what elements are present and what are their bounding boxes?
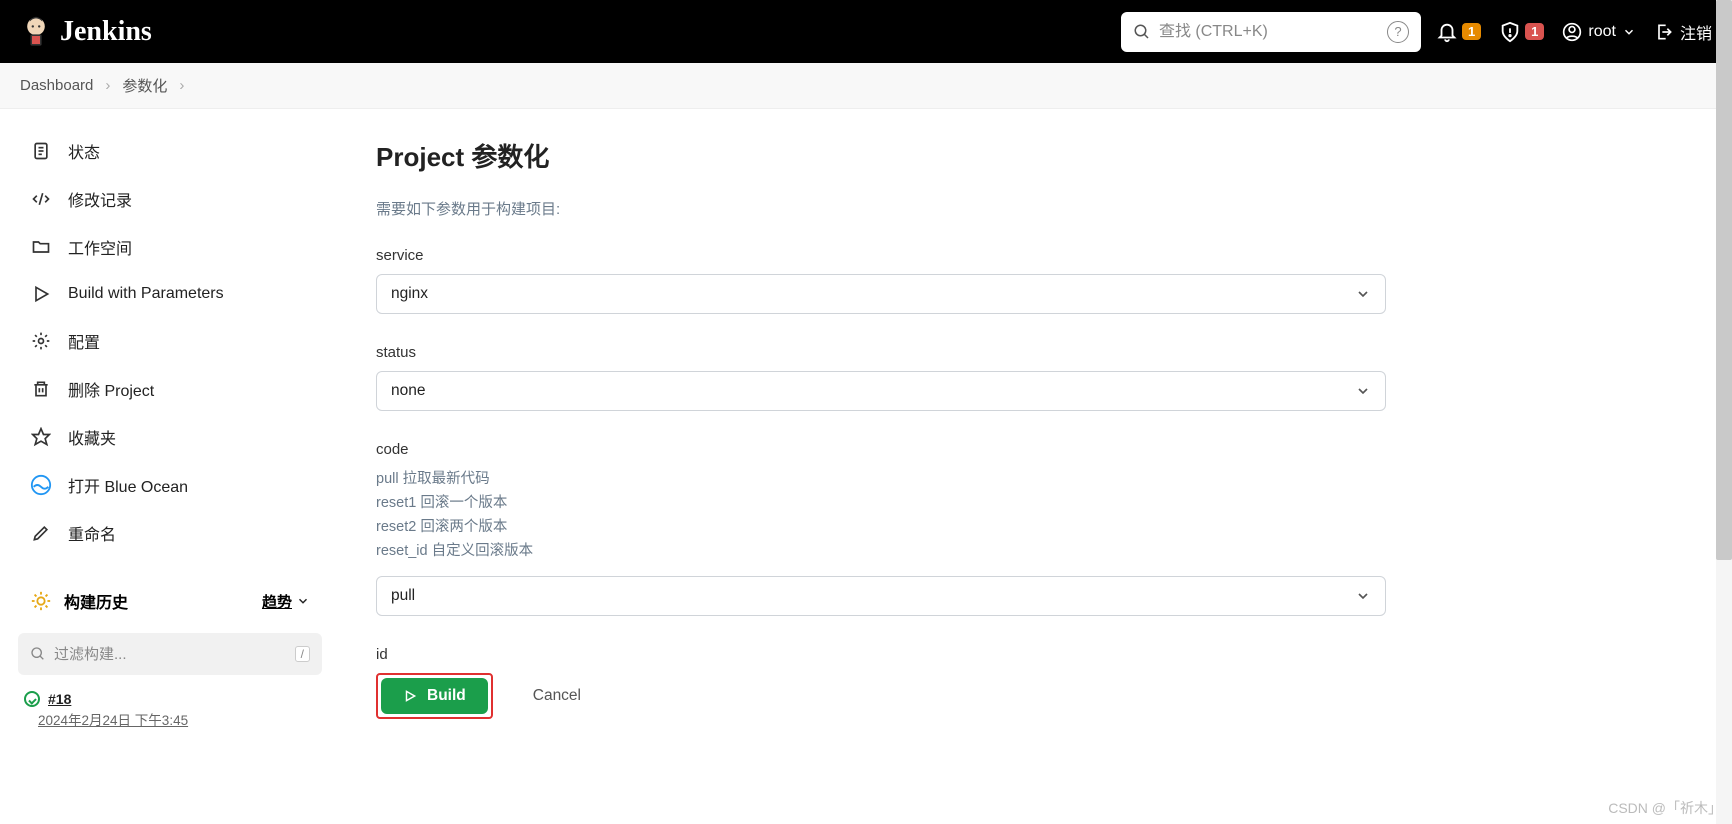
code-value: pull	[391, 587, 415, 605]
main-content: Project 参数化 需要如下参数用于构建项目: service nginx …	[340, 109, 1732, 759]
breadcrumb: Dashboard › 参数化 ›	[0, 63, 1732, 109]
gear-icon	[30, 330, 52, 352]
logo[interactable]: Jenkins	[20, 12, 152, 52]
play-icon	[30, 283, 52, 305]
filter-input[interactable]	[54, 646, 295, 663]
document-icon	[30, 140, 52, 162]
alerts-button[interactable]: 1	[1499, 21, 1544, 43]
sidebar-item-status[interactable]: 状态	[8, 127, 332, 175]
chevron-right-icon: ›	[179, 77, 184, 94]
search-icon	[30, 646, 46, 662]
trend-label: 趋势	[262, 591, 292, 612]
sidebar-item-delete[interactable]: 删除 Project	[8, 365, 332, 413]
logout-button[interactable]: 注销	[1654, 20, 1712, 44]
sidebar-item-label: 删除 Project	[68, 377, 154, 401]
blue-ocean-icon	[30, 474, 52, 496]
help-icon[interactable]: ?	[1387, 21, 1409, 43]
breadcrumb-item[interactable]: 参数化	[122, 75, 167, 96]
brand-text: Jenkins	[60, 16, 152, 48]
status-value: none	[391, 382, 425, 400]
build-time[interactable]: 2024年2月24日 下午3:45	[38, 709, 310, 729]
build-history-title: 构建历史	[64, 589, 128, 613]
jenkins-logo-icon	[20, 12, 52, 52]
sidebar-item-favorite[interactable]: 收藏夹	[8, 413, 332, 461]
play-icon	[403, 689, 417, 703]
help-text: 需要如下参数用于构建项目:	[376, 198, 1692, 219]
notif-badge: 1	[1462, 23, 1481, 40]
logout-icon	[1654, 22, 1674, 42]
chevron-down-icon	[1355, 588, 1371, 604]
logout-label: 注销	[1680, 20, 1712, 44]
sidebar: 状态 修改记录 工作空间 Build with Parameters 配置 删除…	[0, 109, 340, 759]
build-button-label: Build	[427, 687, 466, 705]
sidebar-item-label: 修改记录	[68, 187, 132, 211]
chevron-down-icon	[296, 594, 310, 608]
sidebar-item-rename[interactable]: 重命名	[8, 509, 332, 557]
service-select[interactable]: nginx	[376, 274, 1386, 314]
search-icon	[1133, 23, 1151, 41]
notifications-button[interactable]: 1	[1436, 21, 1481, 43]
chevron-down-icon	[1622, 25, 1636, 39]
sidebar-item-configure[interactable]: 配置	[8, 317, 332, 365]
page-title: Project 参数化	[376, 137, 1692, 174]
folder-icon	[30, 236, 52, 258]
service-value: nginx	[391, 285, 428, 303]
chevron-down-icon	[1355, 286, 1371, 302]
chevron-right-icon: ›	[105, 77, 110, 94]
sidebar-item-label: 收藏夹	[68, 425, 116, 449]
user-icon	[1562, 22, 1582, 42]
search-box[interactable]: ?	[1121, 12, 1421, 52]
param-label-service: service	[376, 247, 1692, 264]
sidebar-item-blue-ocean[interactable]: 打开 Blue Ocean	[8, 461, 332, 509]
sidebar-item-changes[interactable]: 修改记录	[8, 175, 332, 223]
build-history-header: 构建历史 趋势	[8, 577, 332, 625]
param-label-status: status	[376, 344, 1692, 361]
user-name: root	[1588, 23, 1616, 41]
sidebar-item-label: 状态	[68, 139, 100, 163]
breadcrumb-item[interactable]: Dashboard	[20, 77, 93, 94]
alert-badge: 1	[1525, 23, 1544, 40]
sidebar-item-label: 配置	[68, 329, 100, 353]
trash-icon	[30, 378, 52, 400]
code-icon	[30, 188, 52, 210]
chevron-down-icon	[1355, 383, 1371, 399]
search-input[interactable]	[1159, 23, 1387, 41]
sidebar-item-label: Build with Parameters	[68, 285, 224, 303]
sun-icon	[30, 590, 52, 612]
sidebar-item-label: 工作空间	[68, 235, 132, 259]
pencil-icon	[30, 522, 52, 544]
success-status-icon	[24, 691, 40, 707]
star-icon	[30, 426, 52, 448]
user-menu[interactable]: root	[1562, 22, 1636, 42]
build-button-highlight: Build	[376, 673, 493, 719]
param-label-id: id	[376, 646, 1692, 663]
sidebar-item-build-params[interactable]: Build with Parameters	[8, 271, 332, 317]
status-select[interactable]: none	[376, 371, 1386, 411]
watermark: CSDN @「祈木」	[1608, 798, 1722, 818]
top-header: Jenkins ? 1 1 root 注销	[0, 0, 1732, 63]
sidebar-item-workspace[interactable]: 工作空间	[8, 223, 332, 271]
code-description: pull 拉取最新代码 reset1 回滚一个版本 reset2 回滚两个版本 …	[376, 468, 1692, 564]
build-number[interactable]: #18	[48, 691, 71, 707]
sidebar-item-label: 打开 Blue Ocean	[68, 473, 188, 497]
shield-alert-icon	[1499, 21, 1521, 43]
cancel-button[interactable]: Cancel	[513, 678, 601, 714]
build-entry[interactable]: #18 2024年2月24日 下午3:45	[8, 683, 332, 737]
bell-icon	[1436, 21, 1458, 43]
code-select[interactable]: pull	[376, 576, 1386, 616]
trend-link[interactable]: 趋势	[262, 591, 310, 612]
build-button[interactable]: Build	[381, 678, 488, 714]
slash-key-hint: /	[295, 646, 310, 662]
param-label-code: code	[376, 441, 1692, 458]
sidebar-item-label: 重命名	[68, 521, 116, 545]
scrollbar-thumb[interactable]	[1716, 0, 1732, 560]
filter-box[interactable]: /	[18, 633, 322, 675]
